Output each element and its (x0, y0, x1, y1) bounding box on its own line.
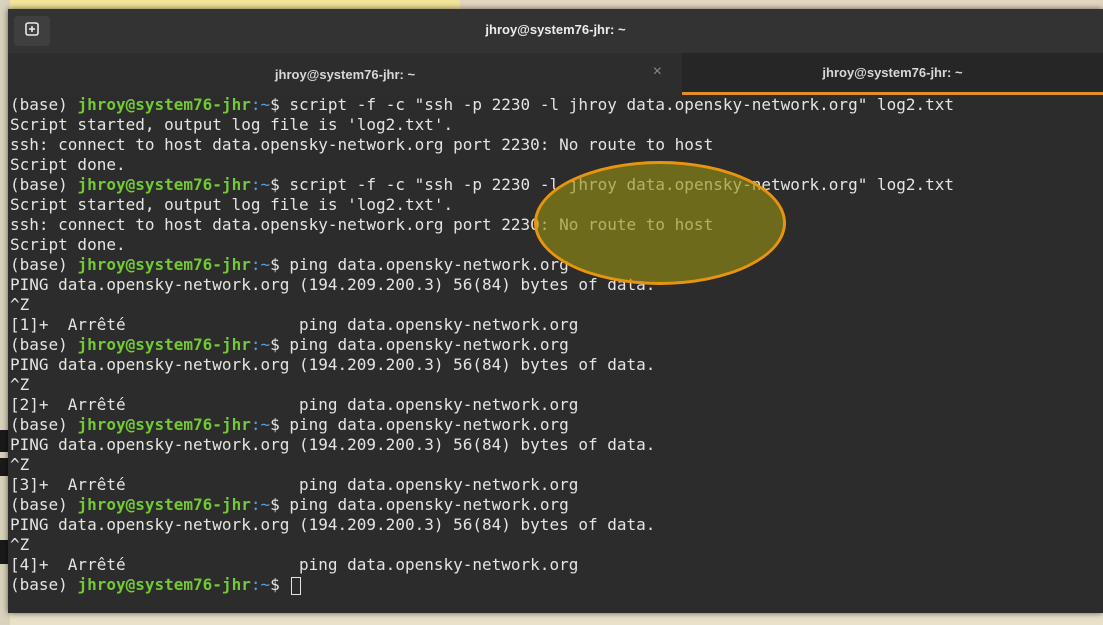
prompt-path: :~ (250, 335, 271, 354)
output-line: PING data.opensky-network.org (194.209.2… (10, 435, 1103, 455)
output-line: ^Z (10, 295, 1103, 315)
prompt-path: :~ (250, 575, 271, 594)
prompt-line: (base) jhroy@system76-jhr:~$ ping data.o… (10, 495, 1103, 515)
output-line: ssh: connect to host data.opensky-networ… (10, 215, 1103, 235)
prompt-user-host: jhroy@system76-jhr (77, 495, 251, 514)
close-icon[interactable]: × (653, 63, 662, 81)
prompt-path: :~ (250, 495, 271, 514)
output-text: PING data.opensky-network.org (194.209.2… (10, 435, 656, 454)
command-text: script -f -c "ssh -p 2230 -l jhroy data.… (289, 175, 955, 194)
command-text: ping data.opensky-network.org (289, 335, 569, 354)
tab-terminal-2[interactable]: jhroy@system76-jhr: ~ (682, 53, 1103, 95)
prompt-symbol: $ (270, 335, 290, 354)
prompt-env: (base) (10, 255, 78, 274)
output-text: Script started, output log file is 'log2… (10, 115, 454, 134)
command-text: ping data.opensky-network.org (289, 255, 569, 274)
output-line: [1]+ Arrêté ping data.opensky-network.or… (10, 315, 1103, 335)
prompt-env: (base) (10, 415, 78, 434)
tab-terminal-1[interactable]: jhroy@system76-jhr: ~ × (8, 53, 682, 95)
output-line: PING data.opensky-network.org (194.209.2… (10, 515, 1103, 535)
output-text: ^Z (10, 455, 30, 474)
prompt-user-host: jhroy@system76-jhr (77, 95, 251, 114)
prompt-symbol: $ (270, 495, 290, 514)
output-line: ssh: connect to host data.opensky-networ… (10, 135, 1103, 155)
prompt-line: (base) jhroy@system76-jhr:~$ script -f -… (10, 95, 1103, 115)
output-line: Script done. (10, 155, 1103, 175)
prompt-symbol: $ (270, 255, 290, 274)
text-cursor (291, 576, 302, 595)
titlebar: jhroy@system76-jhr: ~ (8, 9, 1103, 53)
prompt-env: (base) (10, 95, 78, 114)
prompt-user-host: jhroy@system76-jhr (77, 415, 251, 434)
prompt-path: :~ (250, 255, 271, 274)
prompt-env: (base) (10, 575, 78, 594)
output-text: ssh: connect to host data.opensky-networ… (10, 135, 714, 154)
tab-bar: jhroy@system76-jhr: ~ × jhroy@system76-j… (8, 53, 1103, 95)
output-text: Script started, output log file is 'log2… (10, 195, 454, 214)
command-text: ping data.opensky-network.org (289, 415, 569, 434)
terminal-window: jhroy@system76-jhr: ~ jhroy@system76-jhr… (8, 9, 1103, 613)
output-line: [4]+ Arrêté ping data.opensky-network.or… (10, 555, 1103, 575)
prompt-path: :~ (250, 175, 271, 194)
output-line: [2]+ Arrêté ping data.opensky-network.or… (10, 395, 1103, 415)
output-line: ^Z (10, 375, 1103, 395)
terminal-output[interactable]: (base) jhroy@system76-jhr:~$ script -f -… (8, 95, 1103, 613)
output-text: ^Z (10, 295, 30, 314)
tab-label: jhroy@system76-jhr: ~ (274, 66, 416, 82)
output-text: [4]+ Arrêté ping data.opensky-network.or… (10, 555, 579, 574)
prompt-line: (base) jhroy@system76-jhr:~$ script -f -… (10, 175, 1103, 195)
output-text: [3]+ Arrêté ping data.opensky-network.or… (10, 475, 579, 494)
output-line: ^Z (10, 535, 1103, 555)
prompt-line: (base) jhroy@system76-jhr:~$ ping data.o… (10, 415, 1103, 435)
prompt-env: (base) (10, 495, 78, 514)
prompt-line: (base) jhroy@system76-jhr:~$ ping data.o… (10, 255, 1103, 275)
prompt-user-host: jhroy@system76-jhr (77, 335, 251, 354)
window-title: jhroy@system76-jhr: ~ (485, 22, 626, 37)
output-text: PING data.opensky-network.org (194.209.2… (10, 355, 656, 374)
output-text: ssh: connect to host data.opensky-networ… (10, 215, 714, 234)
prompt-env: (base) (10, 175, 78, 194)
output-line: Script done. (10, 235, 1103, 255)
prompt-user-host: jhroy@system76-jhr (77, 255, 251, 274)
output-text: ^Z (10, 375, 30, 394)
command-text: ping data.opensky-network.org (289, 495, 569, 514)
background-edge-mark (0, 430, 8, 452)
output-line: PING data.opensky-network.org (194.209.2… (10, 275, 1103, 295)
output-line: ^Z (10, 455, 1103, 475)
background-edge-mark (0, 458, 8, 476)
output-line: Script started, output log file is 'log2… (10, 115, 1103, 135)
output-line: PING data.opensky-network.org (194.209.2… (10, 355, 1103, 375)
prompt-path: :~ (250, 95, 271, 114)
output-line: [3]+ Arrêté ping data.opensky-network.or… (10, 475, 1103, 495)
prompt-user-host: jhroy@system76-jhr (77, 175, 251, 194)
background-edge-mark (0, 540, 8, 564)
prompt-symbol: $ (270, 95, 290, 114)
prompt-line: (base) jhroy@system76-jhr:~$ (10, 575, 1103, 595)
prompt-path: :~ (250, 415, 271, 434)
output-text: Script done. (10, 155, 126, 174)
output-text: PING data.opensky-network.org (194.209.2… (10, 515, 656, 534)
prompt-user-host: jhroy@system76-jhr (77, 575, 251, 594)
output-text: [2]+ Arrêté ping data.opensky-network.or… (10, 395, 579, 414)
tab-label: jhroy@system76-jhr: ~ (822, 65, 963, 80)
command-text: script -f -c "ssh -p 2230 -l jhroy data.… (289, 95, 955, 114)
prompt-symbol: $ (270, 175, 290, 194)
output-line: Script started, output log file is 'log2… (10, 195, 1103, 215)
output-text: PING data.opensky-network.org (194.209.2… (10, 275, 656, 294)
prompt-symbol: $ (270, 575, 290, 594)
output-text: ^Z (10, 535, 30, 554)
prompt-symbol: $ (270, 415, 290, 434)
prompt-line: (base) jhroy@system76-jhr:~$ ping data.o… (10, 335, 1103, 355)
output-text: Script done. (10, 235, 126, 254)
prompt-env: (base) (10, 335, 78, 354)
output-text: [1]+ Arrêté ping data.opensky-network.or… (10, 315, 579, 334)
